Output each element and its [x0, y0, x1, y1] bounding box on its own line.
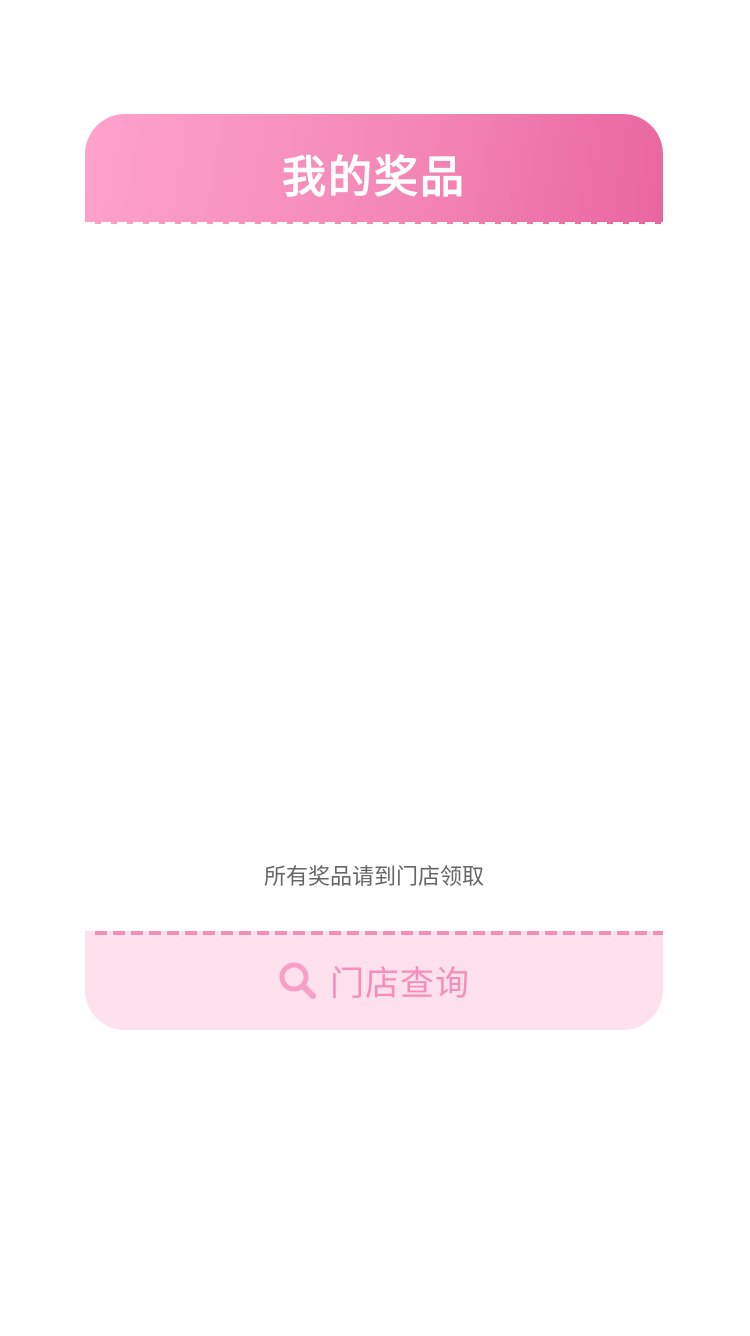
prize-list-area [85, 225, 663, 931]
page-title: 我的奖品 [282, 152, 466, 203]
prize-card-header: 我的奖品 [85, 114, 663, 224]
prize-card-footer: 门店查询 [85, 931, 663, 1030]
store-search-button[interactable]: 门店查询 [85, 931, 663, 1030]
search-icon [278, 961, 318, 1001]
store-search-label: 门店查询 [330, 964, 470, 1004]
pickup-notice: 所有奖品请到门店领取 [263, 865, 484, 890]
prize-card: 我的奖品 所有奖品请到门店领取 门店查询 [85, 114, 663, 1030]
